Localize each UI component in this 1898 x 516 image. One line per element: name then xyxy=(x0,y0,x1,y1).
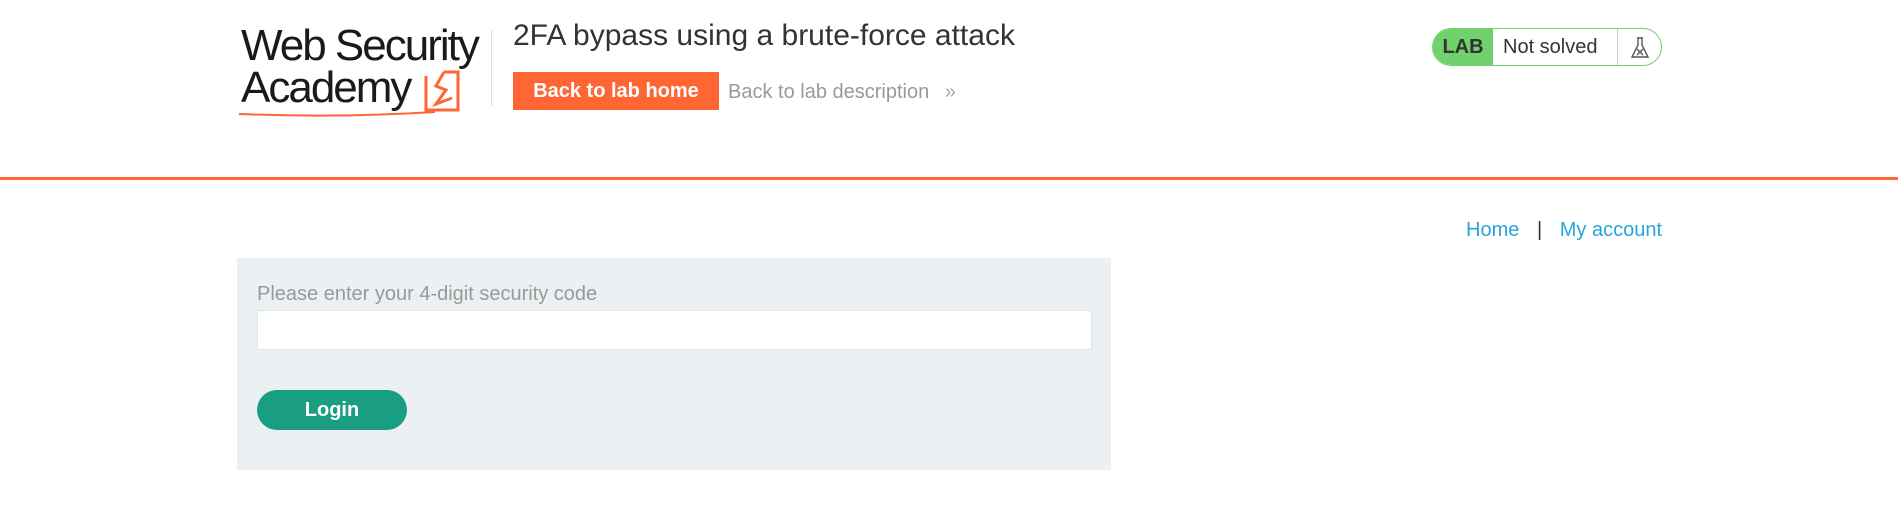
security-code-form: Please enter your 4-digit security code … xyxy=(237,258,1111,470)
logo-bolt-icon xyxy=(424,70,460,112)
header-divider xyxy=(491,30,492,106)
nav-separator: | xyxy=(1536,219,1543,241)
page: Web Security Academy 2FA bypass using a … xyxy=(0,0,1898,516)
logo-text-line1: Web Security xyxy=(241,21,480,70)
lab-status-widget: LAB Not solved xyxy=(1432,28,1662,66)
top-nav: Home | My account xyxy=(1466,218,1662,242)
header-rule xyxy=(0,177,1898,180)
security-code-input[interactable] xyxy=(257,310,1092,350)
home-link[interactable]: Home xyxy=(1466,219,1519,241)
web-security-academy-logo[interactable]: Web Security Academy xyxy=(237,24,491,118)
login-button[interactable]: Login xyxy=(257,390,407,430)
lab-title: 2FA bypass using a brute-force attack xyxy=(513,19,1015,52)
logo-underline-icon xyxy=(238,111,436,117)
header: Web Security Academy 2FA bypass using a … xyxy=(0,0,1898,180)
my-account-link[interactable]: My account xyxy=(1560,219,1662,241)
flask-icon xyxy=(1630,37,1650,58)
logo-text-line2: Academy xyxy=(241,63,412,112)
double-chevron-right-icon: » xyxy=(944,81,956,103)
lab-status-text: Not solved xyxy=(1503,36,1598,58)
back-to-lab-description-label: Back to lab description xyxy=(728,81,930,103)
status-divider xyxy=(1617,29,1618,65)
security-code-label: Please enter your 4-digit security code xyxy=(257,283,598,305)
back-to-lab-home-button[interactable]: Back to lab home xyxy=(513,72,719,110)
lab-badge: LAB xyxy=(1433,29,1493,65)
back-to-lab-description-link[interactable]: Back to lab description » xyxy=(728,80,956,104)
